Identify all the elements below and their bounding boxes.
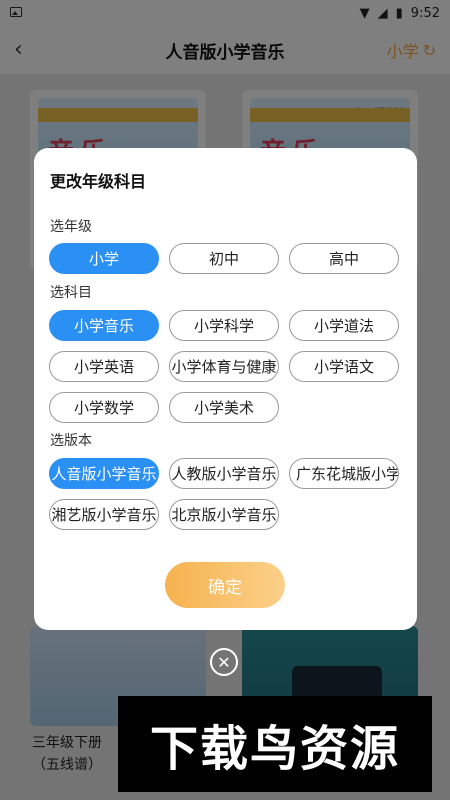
- chip-edition[interactable]: 北京版小学音乐: [169, 499, 279, 530]
- close-icon[interactable]: ✕: [210, 648, 238, 676]
- chip-subject[interactable]: 小学英语: [49, 351, 159, 382]
- confirm-button[interactable]: 确定: [165, 562, 285, 608]
- chip-subject[interactable]: 小学科学: [169, 310, 279, 341]
- chip-grade-junior[interactable]: 初中: [169, 243, 279, 274]
- chip-subject[interactable]: 小学体育与健康: [169, 351, 279, 382]
- chip-subject[interactable]: 小学语文: [289, 351, 399, 382]
- grade-subject-dialog: 更改年级科目 选年级 小学 初中 高中 选科目 小学音乐 小学科学 小学道法 小…: [34, 148, 417, 630]
- chip-subject[interactable]: 小学音乐: [49, 310, 159, 341]
- edition-section-label: 选版本: [50, 433, 92, 449]
- chip-subject[interactable]: 小学数学: [49, 392, 159, 423]
- chip-grade-primary[interactable]: 小学: [49, 243, 159, 274]
- chip-edition[interactable]: 人音版小学音乐: [49, 458, 159, 489]
- subject-section-label: 选科目: [50, 285, 92, 301]
- grade-section-label: 选年级: [50, 219, 92, 235]
- chip-subject[interactable]: 小学道法: [289, 310, 399, 341]
- dialog-title: 更改年级科目: [50, 172, 147, 191]
- chip-edition[interactable]: 广东花城版小学: [289, 458, 399, 489]
- chip-subject[interactable]: 小学美术: [169, 392, 279, 423]
- chip-edition[interactable]: 湘艺版小学音乐: [49, 499, 159, 530]
- chip-grade-senior[interactable]: 高中: [289, 243, 399, 274]
- watermark-logo: 下载鸟资源: [118, 696, 432, 792]
- chip-edition[interactable]: 人教版小学音乐: [169, 458, 279, 489]
